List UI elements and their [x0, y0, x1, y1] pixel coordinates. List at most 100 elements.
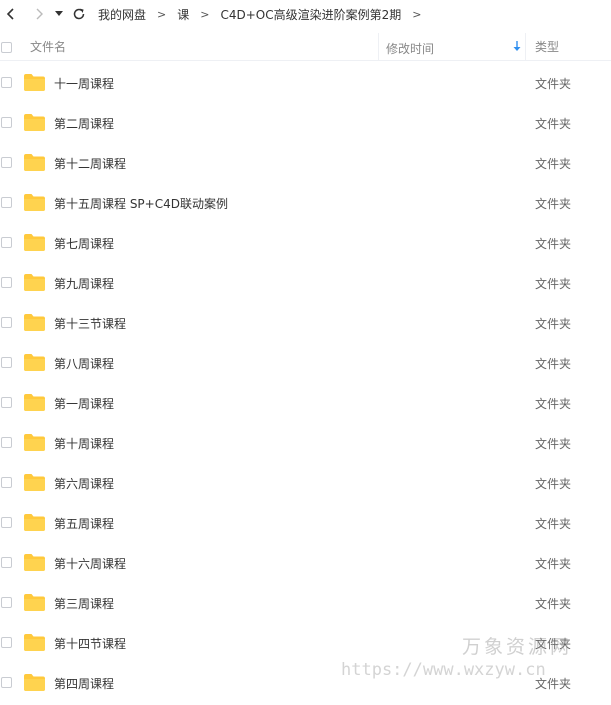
refresh-icon: [73, 8, 85, 20]
file-row[interactable]: 第三周课程 文件夹: [0, 583, 611, 623]
file-row[interactable]: 第十二周课程 文件夹: [0, 143, 611, 183]
file-name[interactable]: 第十四节课程: [54, 635, 126, 652]
folder-icon: [24, 114, 45, 131]
folder-icon: [24, 314, 45, 331]
folder-icon: [24, 634, 45, 651]
row-checkbox[interactable]: [1, 677, 12, 688]
row-checkbox[interactable]: [1, 437, 12, 448]
file-type: 文件夹: [535, 157, 572, 171]
row-checkbox[interactable]: [1, 157, 12, 168]
file-row[interactable]: 第十周课程 文件夹: [0, 423, 611, 463]
breadcrumb-separator: >: [412, 7, 422, 21]
file-name[interactable]: 第五周课程: [54, 515, 114, 532]
row-checkbox[interactable]: [1, 237, 12, 248]
file-name[interactable]: 第十三节课程: [54, 315, 126, 332]
row-checkbox[interactable]: [1, 117, 12, 128]
sort-descending-icon: [513, 41, 521, 51]
file-row[interactable]: 十一周课程 文件夹: [0, 63, 611, 103]
folder-icon: [24, 74, 45, 91]
file-row[interactable]: 第九周课程 文件夹: [0, 263, 611, 303]
file-type: 文件夹: [535, 77, 572, 91]
file-name[interactable]: 第十六周课程: [54, 555, 126, 572]
file-type: 文件夹: [535, 557, 572, 571]
forward-button[interactable]: [28, 2, 50, 26]
chevron-left-icon: [6, 8, 14, 20]
file-type: 文件夹: [535, 317, 572, 331]
file-name[interactable]: 第八周课程: [54, 355, 114, 372]
file-type: 文件夹: [535, 357, 572, 371]
file-type: 文件夹: [535, 237, 572, 251]
history-dropdown-button[interactable]: [52, 2, 66, 26]
row-checkbox[interactable]: [1, 317, 12, 328]
file-row[interactable]: 第十三节课程 文件夹: [0, 303, 611, 343]
row-checkbox[interactable]: [1, 517, 12, 528]
file-name[interactable]: 第一周课程: [54, 395, 114, 412]
select-all-checkbox[interactable]: [1, 42, 12, 53]
breadcrumb-item[interactable]: 我的网盘: [96, 6, 148, 23]
toolbar: 我的网盘 > 课 > C4D+OC高级渲染进阶案例第2期 >: [0, 0, 611, 28]
row-checkbox[interactable]: [1, 357, 12, 368]
file-row[interactable]: 第五周课程 文件夹: [0, 503, 611, 543]
file-type: 文件夹: [535, 397, 572, 411]
watermark-url: https://www.wxzyw.cn: [341, 660, 546, 680]
file-name[interactable]: 第九周课程: [54, 275, 114, 292]
file-type: 文件夹: [535, 477, 572, 491]
row-checkbox[interactable]: [1, 277, 12, 288]
breadcrumb: 我的网盘 > 课 > C4D+OC高级渲染进阶案例第2期 >: [96, 6, 430, 23]
row-checkbox[interactable]: [1, 477, 12, 488]
row-checkbox[interactable]: [1, 397, 12, 408]
folder-icon: [24, 554, 45, 571]
folder-icon: [24, 594, 45, 611]
file-type: 文件夹: [535, 117, 572, 131]
file-row[interactable]: 第七周课程 文件夹: [0, 223, 611, 263]
file-row[interactable]: 第二周课程 文件夹: [0, 103, 611, 143]
column-header-modified-label: 修改时间: [386, 42, 435, 56]
file-row[interactable]: 第六周课程 文件夹: [0, 463, 611, 503]
back-button[interactable]: [0, 2, 22, 26]
file-name[interactable]: 第十五周课程 SP+C4D联动案例: [54, 195, 228, 212]
breadcrumb-separator: >: [200, 7, 210, 21]
file-row[interactable]: 第一周课程 文件夹: [0, 383, 611, 423]
file-row[interactable]: 第十五周课程 SP+C4D联动案例 文件夹: [0, 183, 611, 223]
refresh-button[interactable]: [68, 2, 90, 26]
chevron-right-icon: [36, 8, 43, 20]
file-row[interactable]: 第十六周课程 文件夹: [0, 543, 611, 583]
folder-icon: [24, 274, 45, 291]
folder-icon: [24, 354, 45, 371]
file-list-header: 文件名 修改时间 类型: [0, 33, 611, 61]
row-checkbox[interactable]: [1, 637, 12, 648]
file-type: 文件夹: [535, 277, 572, 291]
folder-icon: [24, 234, 45, 251]
folder-icon: [24, 154, 45, 171]
column-header-name[interactable]: 文件名: [30, 38, 66, 55]
watermark-title: 万象资源网: [462, 636, 573, 658]
file-name[interactable]: 第七周课程: [54, 235, 114, 252]
folder-icon: [24, 674, 45, 691]
file-name[interactable]: 第十二周课程: [54, 155, 126, 172]
file-name[interactable]: 十一周课程: [54, 75, 114, 92]
file-name[interactable]: 第四周课程: [54, 675, 114, 692]
folder-icon: [24, 514, 45, 531]
file-name[interactable]: 第三周课程: [54, 595, 114, 612]
row-checkbox[interactable]: [1, 197, 12, 208]
caret-down-icon: [55, 11, 63, 16]
row-checkbox[interactable]: [1, 557, 12, 568]
file-name[interactable]: 第十周课程: [54, 435, 114, 452]
column-header-modified[interactable]: 修改时间: [378, 33, 526, 61]
file-list: 十一周课程 文件夹 第二周课程 文件夹 第十二周课程 文件夹 第十五周课程 SP…: [0, 63, 611, 703]
folder-icon: [24, 434, 45, 451]
column-header-type[interactable]: 类型: [535, 38, 559, 55]
file-row[interactable]: 第八周课程 文件夹: [0, 343, 611, 383]
breadcrumb-separator: >: [157, 7, 167, 21]
file-name[interactable]: 第二周课程: [54, 115, 114, 132]
breadcrumb-item-current[interactable]: C4D+OC高级渲染进阶案例第2期: [218, 6, 403, 23]
row-checkbox[interactable]: [1, 77, 12, 88]
breadcrumb-item[interactable]: 课: [175, 6, 191, 23]
file-type: 文件夹: [535, 437, 572, 451]
file-type: 文件夹: [535, 517, 572, 531]
folder-icon: [24, 474, 45, 491]
file-name[interactable]: 第六周课程: [54, 475, 114, 492]
folder-icon: [24, 394, 45, 411]
row-checkbox[interactable]: [1, 597, 12, 608]
folder-icon: [24, 194, 45, 211]
